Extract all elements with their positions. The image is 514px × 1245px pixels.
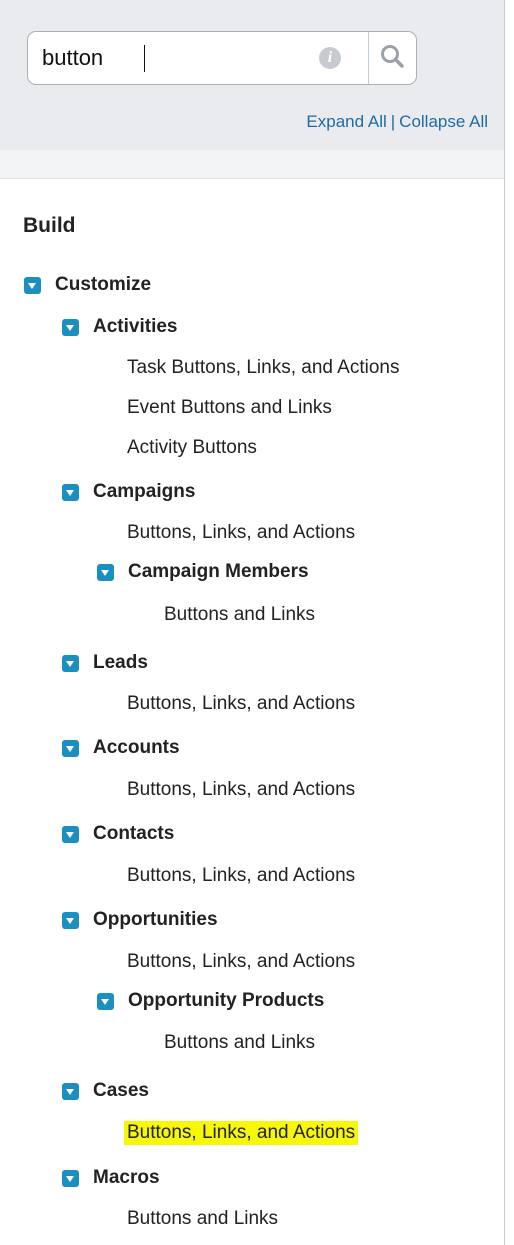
collapse-toggle-icon[interactable] bbox=[62, 739, 79, 757]
tree-label-leads: Leads bbox=[93, 652, 148, 673]
tree-leaf-opportunity-product-buttons[interactable]: Buttons and Links bbox=[164, 1026, 315, 1060]
quick-find-box[interactable]: i bbox=[27, 31, 417, 85]
collapse-toggle-icon[interactable] bbox=[62, 1082, 79, 1100]
link-task-buttons-links-actions[interactable]: Task Buttons, Links, and Actions bbox=[127, 357, 400, 379]
collapse-toggle-icon[interactable] bbox=[62, 1169, 79, 1187]
link-opportunity-buttons-links-actions[interactable]: Buttons, Links, and Actions bbox=[127, 951, 355, 973]
collapse-toggle-icon[interactable] bbox=[62, 654, 79, 672]
text-caret bbox=[144, 45, 145, 72]
tree-node-opportunities[interactable]: Opportunities bbox=[62, 903, 218, 937]
tree-leaf-activity-buttons[interactable]: Activity Buttons bbox=[127, 431, 257, 465]
info-icon[interactable]: i bbox=[319, 47, 341, 69]
link-event-buttons-links[interactable]: Event Buttons and Links bbox=[127, 397, 332, 419]
tree-leaf-event-buttons[interactable]: Event Buttons and Links bbox=[127, 391, 332, 425]
link-macro-buttons-links[interactable]: Buttons and Links bbox=[127, 1208, 278, 1230]
tree-label-contacts: Contacts bbox=[93, 823, 175, 844]
link-account-buttons-links-actions[interactable]: Buttons, Links, and Actions bbox=[127, 779, 355, 801]
tree-label-campaigns: Campaigns bbox=[93, 481, 196, 502]
collapse-toggle-icon[interactable] bbox=[62, 483, 79, 501]
tree-leaf-task-buttons[interactable]: Task Buttons, Links, and Actions bbox=[127, 351, 400, 385]
collapse-toggle-icon[interactable] bbox=[97, 992, 114, 1010]
link-activity-buttons[interactable]: Activity Buttons bbox=[127, 437, 257, 459]
collapse-toggle-icon[interactable] bbox=[62, 825, 79, 843]
tree-leaf-lead-buttons[interactable]: Buttons, Links, and Actions bbox=[127, 687, 355, 721]
tree-node-macros[interactable]: Macros bbox=[62, 1161, 160, 1195]
link-opportunity-product-buttons-links[interactable]: Buttons and Links bbox=[164, 1032, 315, 1054]
tree-node-leads[interactable]: Leads bbox=[62, 646, 148, 680]
tree-node-campaign-members[interactable]: Campaign Members bbox=[97, 555, 309, 589]
search-area: i Expand All|Collapse All bbox=[0, 0, 504, 151]
tree-node-contacts[interactable]: Contacts bbox=[62, 817, 174, 851]
tree-leaf-account-buttons[interactable]: Buttons, Links, and Actions bbox=[127, 773, 355, 807]
tree-leaf-macro-buttons[interactable]: Buttons and Links bbox=[127, 1202, 278, 1236]
link-contact-buttons-links-actions[interactable]: Buttons, Links, and Actions bbox=[127, 865, 355, 887]
tree-node-campaigns[interactable]: Campaigns bbox=[62, 475, 195, 509]
tree-node-customize[interactable]: Customize bbox=[24, 268, 151, 302]
tree-label-opportunities: Opportunities bbox=[93, 909, 218, 930]
expand-collapse-links: Expand All | Collapse All bbox=[306, 112, 488, 132]
tree-node-accounts[interactable]: Accounts bbox=[62, 731, 180, 765]
link-case-buttons-links-actions-highlighted[interactable]: Buttons, Links, and Actions bbox=[124, 1121, 359, 1145]
tree-leaf-campaign-member-buttons[interactable]: Buttons and Links bbox=[164, 598, 315, 632]
search-icon bbox=[381, 45, 404, 68]
collapse-toggle-icon[interactable] bbox=[24, 276, 41, 294]
tree-label-accounts: Accounts bbox=[93, 737, 180, 758]
link-campaign-buttons-links-actions[interactable]: Buttons, Links, and Actions bbox=[127, 522, 355, 544]
tree-node-activities[interactable]: Activities bbox=[62, 310, 177, 344]
tree-leaf-campaign-buttons[interactable]: Buttons, Links, and Actions bbox=[127, 516, 355, 550]
spacer-strip bbox=[0, 150, 504, 179]
tree-leaf-opportunity-buttons[interactable]: Buttons, Links, and Actions bbox=[127, 945, 355, 979]
collapse-toggle-icon[interactable] bbox=[62, 318, 79, 336]
tree-label-campaign-members: Campaign Members bbox=[128, 561, 309, 582]
expand-all-link[interactable]: Expand All bbox=[306, 112, 386, 131]
tree-label-opportunity-products: Opportunity Products bbox=[128, 990, 325, 1011]
link-campaign-member-buttons-links[interactable]: Buttons and Links bbox=[164, 604, 315, 626]
collapse-all-link[interactable]: Collapse All bbox=[399, 112, 488, 131]
search-button[interactable] bbox=[369, 32, 416, 84]
tree-node-cases[interactable]: Cases bbox=[62, 1074, 149, 1108]
link-lead-buttons-links-actions[interactable]: Buttons, Links, and Actions bbox=[127, 693, 355, 715]
tree-leaf-contact-buttons[interactable]: Buttons, Links, and Actions bbox=[127, 859, 355, 893]
tree-label-macros: Macros bbox=[93, 1167, 160, 1188]
section-heading-build: Build bbox=[23, 214, 76, 237]
collapse-toggle-icon[interactable] bbox=[62, 911, 79, 929]
tree-label-activities: Activities bbox=[93, 316, 178, 337]
quick-find-input[interactable] bbox=[42, 41, 292, 75]
collapse-toggle-icon[interactable] bbox=[97, 563, 114, 581]
setup-sidebar: i Expand All|Collapse All Build Customiz… bbox=[0, 0, 505, 1245]
tree-leaf-case-buttons[interactable]: Buttons, Links, and Actions bbox=[124, 1116, 359, 1150]
tree-label-cases: Cases bbox=[93, 1080, 149, 1101]
tree-label-customize: Customize bbox=[55, 274, 152, 295]
tree-node-opportunity-products[interactable]: Opportunity Products bbox=[97, 984, 324, 1018]
link-separator: | bbox=[390, 112, 396, 131]
